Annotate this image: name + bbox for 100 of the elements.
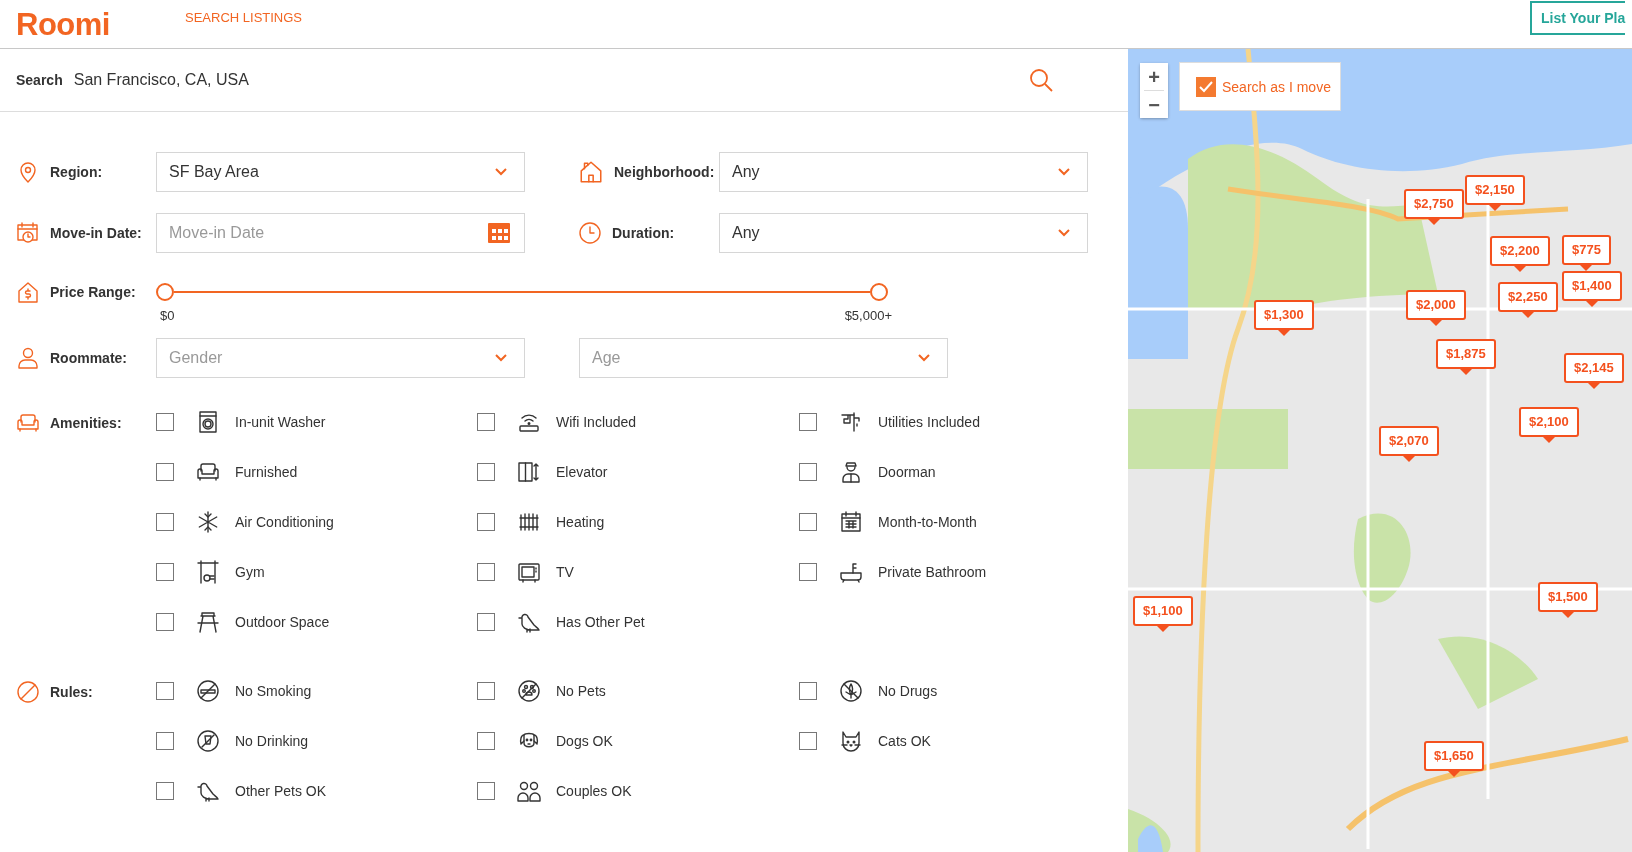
calendar-icon bbox=[839, 510, 863, 534]
checkbox[interactable] bbox=[799, 732, 817, 750]
checkbox[interactable] bbox=[156, 682, 174, 700]
field-label: Region: bbox=[50, 164, 103, 180]
checkbox[interactable] bbox=[156, 513, 174, 531]
option-label: Doorman bbox=[878, 464, 936, 480]
checkbox[interactable] bbox=[799, 413, 817, 431]
house-icon bbox=[578, 159, 604, 185]
washer-icon bbox=[196, 410, 220, 434]
chevron-down-icon bbox=[494, 353, 508, 363]
option-label: No Drinking bbox=[235, 733, 309, 749]
person-icon bbox=[16, 346, 40, 370]
dropdown[interactable]: Any bbox=[719, 213, 1088, 253]
picnic-table-icon bbox=[196, 610, 220, 634]
chevron-down-icon bbox=[1057, 167, 1071, 177]
checkbox[interactable] bbox=[477, 782, 495, 800]
checkbox[interactable] bbox=[156, 463, 174, 481]
option-label: Elevator bbox=[556, 464, 608, 480]
checkbox[interactable] bbox=[477, 563, 495, 581]
option-label: Has Other Pet bbox=[556, 614, 645, 630]
snowflake-icon bbox=[196, 510, 220, 534]
option-label: Wifi Included bbox=[556, 414, 637, 430]
option-label: Heating bbox=[556, 514, 605, 530]
checkbox[interactable] bbox=[477, 732, 495, 750]
date-field[interactable]: Move-in Date bbox=[156, 213, 525, 253]
elevator-icon bbox=[517, 460, 541, 484]
checkbox[interactable] bbox=[477, 682, 495, 700]
nav-link[interactable]: SEARCH LISTINGS bbox=[185, 9, 303, 25]
option-label: In-unit Washer bbox=[235, 414, 326, 430]
dropdown[interactable]: Any bbox=[719, 152, 1088, 192]
tv-icon bbox=[517, 560, 541, 584]
field-label: Neighborhood: bbox=[614, 164, 715, 180]
field-label: Duration: bbox=[612, 225, 675, 241]
dropdown[interactable]: SF Bay Area bbox=[156, 152, 525, 192]
min-price-label: $0 bbox=[160, 308, 175, 323]
clock-icon bbox=[578, 221, 602, 245]
radiator-icon bbox=[517, 510, 541, 534]
no-drinking-icon bbox=[196, 729, 220, 753]
option-label: Gym bbox=[235, 564, 265, 580]
logo[interactable]: Roomi bbox=[16, 8, 185, 40]
field-label: Amenities: bbox=[50, 415, 122, 431]
checkbox[interactable] bbox=[799, 463, 817, 481]
checkbox[interactable] bbox=[477, 463, 495, 481]
armchair-icon bbox=[16, 411, 40, 435]
option-label: No Drugs bbox=[878, 683, 938, 699]
checkbox[interactable] bbox=[799, 563, 817, 581]
dropdown[interactable]: Gender bbox=[156, 338, 525, 378]
checkbox[interactable] bbox=[799, 682, 817, 700]
slider-handle[interactable] bbox=[156, 283, 174, 301]
checkbox[interactable] bbox=[156, 613, 174, 631]
zoom-out-button[interactable]: − bbox=[1140, 91, 1168, 118]
dollar-house-icon bbox=[16, 280, 40, 304]
dropdown[interactable]: Age bbox=[579, 338, 948, 378]
option-label: Couples OK bbox=[556, 783, 632, 799]
calendar-clock-icon bbox=[16, 221, 40, 245]
option-label: Private Bathroom bbox=[878, 564, 987, 580]
checkbox[interactable] bbox=[1196, 76, 1216, 97]
slider-handle[interactable] bbox=[870, 283, 888, 301]
prohibited-icon bbox=[16, 680, 40, 704]
field-label: Move-in Date: bbox=[50, 225, 142, 241]
option-label: Cats OK bbox=[878, 733, 931, 749]
checkbox[interactable] bbox=[477, 613, 495, 631]
checkbox-label[interactable]: Search as I move bbox=[1222, 78, 1331, 95]
search-icon[interactable] bbox=[1029, 68, 1053, 92]
checkbox[interactable] bbox=[156, 782, 174, 800]
checkbox[interactable] bbox=[156, 732, 174, 750]
zoom-in-button[interactable]: + bbox=[1140, 63, 1168, 90]
calendar-icon[interactable] bbox=[488, 223, 510, 243]
checkbox[interactable] bbox=[799, 513, 817, 531]
chevron-down-icon bbox=[1057, 228, 1071, 238]
chevron-down-icon bbox=[494, 167, 508, 177]
search-label: Search bbox=[16, 72, 63, 88]
checkbox[interactable] bbox=[156, 563, 174, 581]
option-label: Outdoor Space bbox=[235, 614, 330, 630]
max-price-label: $5,000+ bbox=[844, 308, 892, 323]
no-smoking-icon bbox=[196, 679, 220, 703]
bathtub-icon bbox=[839, 560, 863, 584]
option-label: Month-to-Month bbox=[878, 514, 977, 530]
option-label: Air Conditioning bbox=[235, 514, 334, 530]
option-label: No Pets bbox=[556, 683, 606, 699]
checkbox[interactable] bbox=[156, 413, 174, 431]
option-label: Furnished bbox=[235, 464, 298, 480]
checkbox[interactable] bbox=[477, 413, 495, 431]
option-label: Other Pets OK bbox=[235, 783, 327, 799]
no-pets-icon bbox=[517, 679, 541, 703]
option-label: No Smoking bbox=[235, 683, 312, 699]
search-field[interactable]: San Francisco, CA, USA bbox=[73, 71, 1029, 89]
couple-icon bbox=[517, 779, 541, 803]
option-label: Utilities Included bbox=[878, 414, 980, 430]
field-label: Roommate: bbox=[50, 350, 127, 366]
cat-icon bbox=[839, 729, 863, 753]
field-label: Rules: bbox=[50, 684, 93, 700]
doorman-icon bbox=[839, 460, 863, 484]
chevron-down-icon bbox=[917, 353, 931, 363]
list-your-place-button[interactable]: List Your Pla bbox=[1530, 1, 1626, 35]
armchair-icon bbox=[196, 460, 220, 484]
checkbox[interactable] bbox=[477, 513, 495, 531]
field-label: Price Range: bbox=[50, 284, 136, 300]
option-label: Dogs OK bbox=[556, 733, 613, 749]
checkmark-icon bbox=[1199, 80, 1213, 93]
